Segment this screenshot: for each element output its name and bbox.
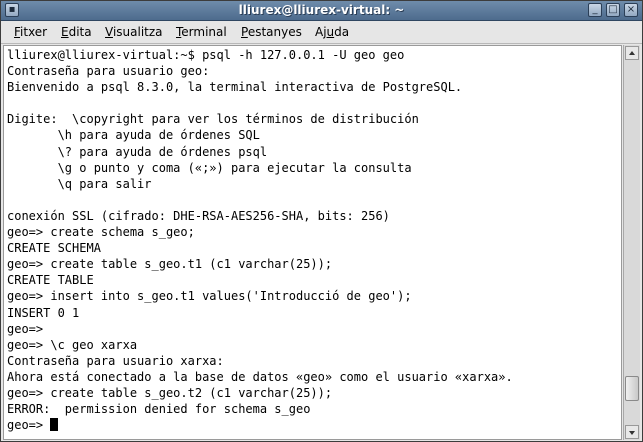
terminal-line: ERROR: permission denied for schema s_ge… (7, 402, 311, 417)
menu-edita[interactable]: Edita (61, 25, 92, 39)
title-bar[interactable]: ▪ lliurex@lliurex-virtual: ~ _ □ × (1, 1, 642, 21)
terminal-line: geo=> insert into s_geo.t1 values('Intro… (7, 289, 412, 304)
terminal-line: CREATE TABLE (7, 273, 94, 288)
terminal-line: CREATE SCHEMA (7, 241, 101, 256)
terminal-line: INSERT 0 1 (7, 305, 80, 320)
vertical-scrollbar[interactable] (623, 45, 640, 440)
maximize-icon[interactable]: □ (606, 3, 620, 17)
terminal-line: Ahora está conectado a la base de datos … (7, 369, 513, 384)
scroll-up-arrow-icon[interactable] (625, 46, 639, 60)
terminal-line: Contraseña para usuario xarxa: (7, 353, 224, 368)
terminal-line: geo=> create schema s_geo; (7, 225, 195, 240)
scrollbar-thumb[interactable] (625, 375, 639, 402)
minimize-icon[interactable]: _ (588, 3, 602, 17)
terminal-line: \g o punto y coma («;») para ejecutar la… (7, 160, 412, 175)
menu-fitxer[interactable]: Fitxer (14, 25, 47, 39)
terminal-line: \? para ayuda de órdenes psql (7, 144, 268, 159)
scroll-down-arrow-icon[interactable] (625, 425, 639, 439)
terminal-line: \h para ayuda de órdenes SQL (7, 128, 260, 143)
terminal-line: lliurex@lliurex-virtual:~$ psql -h 127.0… (7, 48, 405, 62)
terminal-line: geo=> create table s_geo.t1 (c1 varchar(… (7, 257, 333, 272)
menu-ajuda[interactable]: Ajuda (315, 25, 349, 39)
terminal-line: geo=> create table s_geo.t2 (c1 varchar(… (7, 385, 333, 400)
terminal-line: Bienvenido a psql 8.3.0, la terminal int… (7, 80, 463, 95)
terminal-prompt: geo=> (7, 418, 51, 433)
terminal-prompt-line[interactable]: geo=> (7, 417, 513, 433)
terminal-lines: lliurex@lliurex-virtual:~$ psql -h 127.0… (7, 47, 513, 433)
menu-bar: Fitxer Edita Visualitza Terminal Pestany… (1, 21, 642, 44)
close-icon[interactable]: × (624, 3, 638, 17)
menu-pestanyes[interactable]: Pestanyes (241, 25, 302, 39)
terminal-output[interactable]: lliurex@lliurex-virtual:~$ psql -h 127.0… (3, 45, 622, 440)
terminal-line: \q para salir (7, 176, 152, 191)
terminal-line: Contraseña para usuario geo: (7, 64, 210, 79)
terminal-line: geo=> (7, 321, 44, 336)
text-cursor (50, 418, 59, 432)
terminal-window: ▪ lliurex@lliurex-virtual: ~ _ □ × Fitxe… (0, 0, 643, 442)
menu-terminal[interactable]: Terminal (176, 25, 227, 39)
terminal-line: conexión SSL (cifrado: DHE-RSA-AES256-SH… (7, 208, 390, 223)
terminal-line: Digite: \copyright para ver los términos… (7, 112, 419, 127)
menu-visualitza[interactable]: Visualitza (105, 25, 163, 39)
terminal-line: geo=> \c geo xarxa (7, 337, 138, 352)
window-title: lliurex@lliurex-virtual: ~ (238, 3, 405, 17)
